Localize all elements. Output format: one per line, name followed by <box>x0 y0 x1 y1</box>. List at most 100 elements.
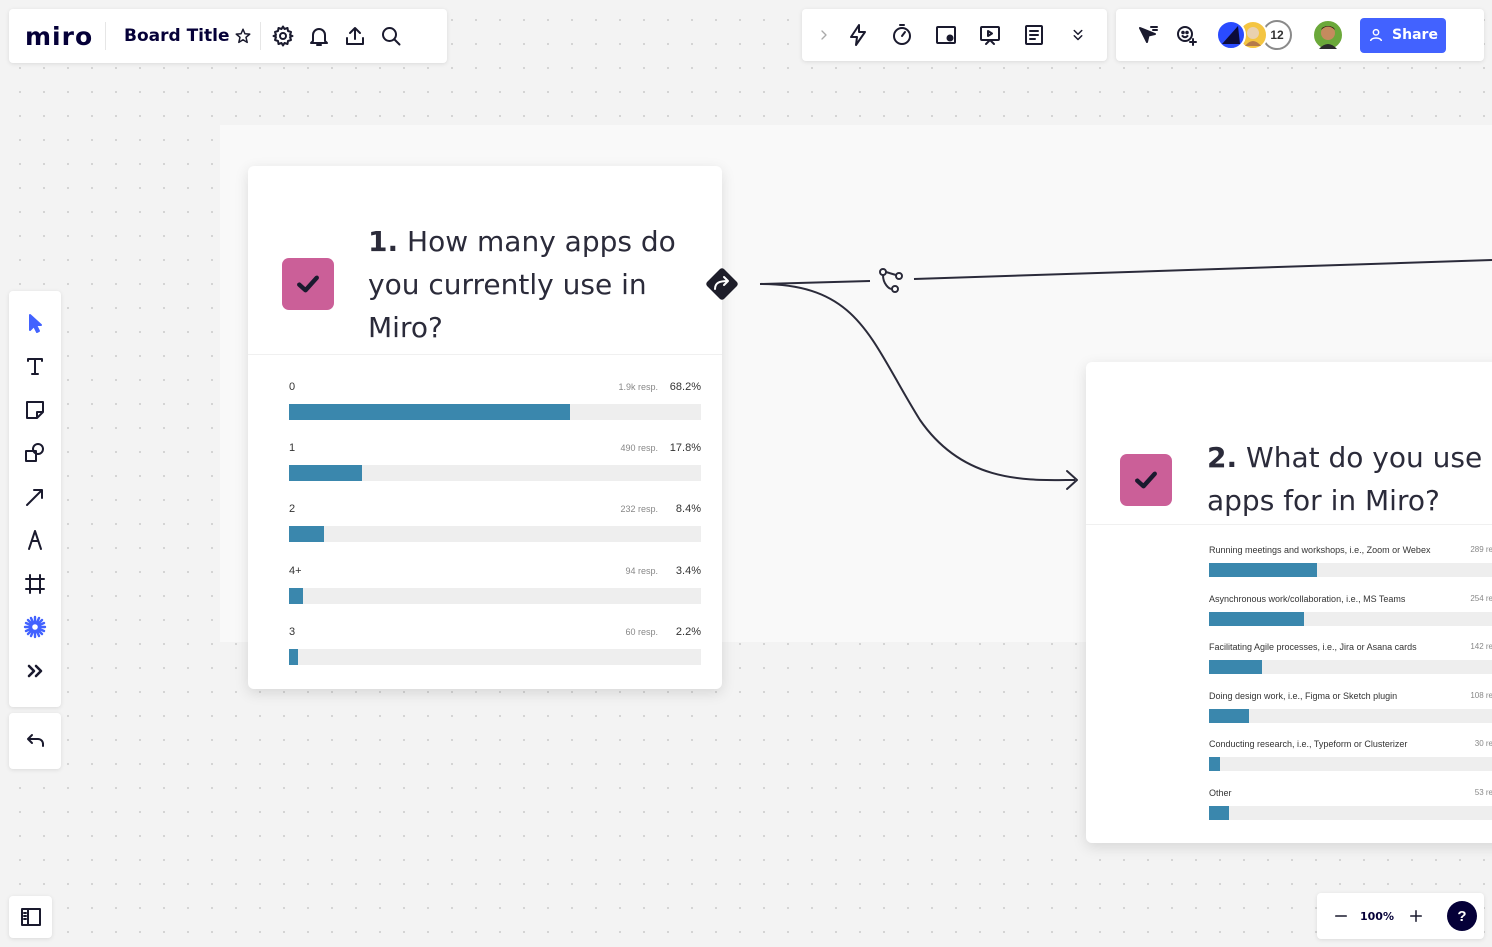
notes-icon[interactable] <box>1012 15 1056 55</box>
result-bar-fill <box>1209 660 1263 674</box>
connector-line-straight-2 <box>913 259 1492 280</box>
result-bar-track <box>1209 708 1492 723</box>
result-bar-fill <box>1209 757 1221 771</box>
result-bar-fill <box>289 587 303 604</box>
board-title[interactable]: Board Title <box>124 26 230 46</box>
undo-icon[interactable] <box>23 729 47 753</box>
result-row: 2 232 resp. 8.4% <box>289 503 701 543</box>
sticky-note-icon[interactable] <box>15 388 55 432</box>
result-bar-fill <box>289 648 299 665</box>
result-row: 4+ 94 resp. 3.4% <box>289 565 701 605</box>
result-label: Doing design work, i.e., Figma or Sketch… <box>1209 690 1398 701</box>
result-percent: 68.2% <box>669 381 701 393</box>
result-label: 3 <box>289 625 296 638</box>
divider <box>1086 524 1492 525</box>
result-bar-track <box>1209 805 1492 820</box>
help-button[interactable]: ? <box>1447 901 1477 931</box>
result-label: Running meetings and workshops, i.e., Zo… <box>1209 545 1431 555</box>
result-row: Conducting research, i.e., Typeform or C… <box>1209 739 1492 779</box>
sidebar-toggle-icon[interactable] <box>19 905 43 929</box>
chevron-double-down-icon[interactable] <box>1056 15 1100 55</box>
result-percent: 8.4% <box>675 503 701 516</box>
result-bar-fill <box>1209 805 1229 820</box>
result-responses: 60 resp. <box>625 626 658 637</box>
divider <box>248 354 722 355</box>
zoom-in-icon[interactable] <box>1397 900 1435 932</box>
question-card-1[interactable]: 1. How many apps do you currently use in… <box>248 166 722 689</box>
divider <box>259 22 261 50</box>
cursor-filter-icon[interactable] <box>1130 17 1166 53</box>
present-icon[interactable] <box>968 15 1012 55</box>
avatar[interactable] <box>1216 20 1246 50</box>
creation-toolbar <box>9 291 61 707</box>
lightning-icon[interactable] <box>836 15 880 55</box>
collaboration-toolbar <box>802 9 1107 61</box>
result-label: 4+ <box>289 564 302 577</box>
star-icon[interactable] <box>230 18 256 54</box>
result-bar-track <box>289 648 701 665</box>
result-responses: 94 resp. <box>625 565 658 576</box>
question-card-2[interactable]: 2. What do you use apps for in Miro? Run… <box>1086 362 1492 843</box>
result-row: 0 1.9k resp. 68.2% <box>289 381 701 421</box>
zoom-out-icon[interactable] <box>1325 900 1357 932</box>
question-number: 1. <box>368 225 399 258</box>
video-icon[interactable] <box>924 15 968 55</box>
result-label: 0 <box>289 381 296 393</box>
checkbox-icon[interactable] <box>282 258 334 310</box>
result-row: 1 490 resp. 17.8% <box>289 442 701 482</box>
result-row: Other 53 re <box>1209 788 1492 828</box>
more-icon[interactable] <box>15 649 55 693</box>
board-header: miro Board Title <box>9 9 447 63</box>
result-row: Asynchronous work/collaboration, i.e., M… <box>1209 594 1492 634</box>
zoom-controls: 100% ? <box>1317 893 1484 939</box>
result-row: Running meetings and workshops, i.e., Zo… <box>1209 545 1492 585</box>
result-bar-track <box>289 404 701 420</box>
question-title: 1. How many apps do you currently use in… <box>368 220 688 349</box>
result-bar-track <box>289 587 701 604</box>
result-label: Facilitating Agile processes, i.e., Jira… <box>1209 642 1417 652</box>
result-percent: 2.2% <box>675 625 701 638</box>
timer-icon[interactable] <box>880 15 924 55</box>
cursor-icon[interactable] <box>15 301 55 345</box>
result-bar-fill <box>289 465 363 482</box>
result-responses: 232 resp. <box>620 504 658 515</box>
question-text: What do you use apps for in Miro? <box>1207 441 1483 517</box>
frame-icon[interactable] <box>15 562 55 606</box>
result-responses: 289 re <box>1470 545 1492 554</box>
bell-icon[interactable] <box>301 18 337 54</box>
checkbox-icon[interactable] <box>1120 454 1172 506</box>
miro-logo[interactable]: miro <box>25 22 105 51</box>
shapes-icon[interactable] <box>15 432 55 476</box>
result-bar-track <box>289 465 701 482</box>
result-responses: 1.9k resp. <box>618 382 658 392</box>
reaction-add-icon[interactable] <box>1166 17 1206 53</box>
result-row: Doing design work, i.e., Figma or Sketch… <box>1209 691 1492 731</box>
result-bar-fill <box>289 404 570 420</box>
collaborator-avatars[interactable]: 12 <box>1216 20 1292 50</box>
result-percent: 17.8% <box>669 442 701 455</box>
result-percent: 3.4% <box>675 564 701 577</box>
chevron-right-icon[interactable] <box>812 15 836 55</box>
share-arrow-icon[interactable] <box>702 264 742 304</box>
apps-icon[interactable] <box>15 606 55 650</box>
gear-icon[interactable] <box>265 18 301 54</box>
result-label: Asynchronous work/collaboration, i.e., M… <box>1209 593 1406 604</box>
result-bar-track <box>289 526 701 543</box>
question-text: How many apps do you currently use in Mi… <box>368 225 676 344</box>
result-bar-fill <box>1209 563 1317 577</box>
result-bar-track <box>1209 611 1492 626</box>
connector-branch-icon <box>879 268 903 293</box>
text-icon[interactable] <box>15 345 55 389</box>
arrow-icon[interactable] <box>15 475 55 519</box>
zoom-level[interactable]: 100% <box>1357 910 1397 923</box>
share-label: Share <box>1392 27 1438 43</box>
result-label: Other <box>1209 787 1232 798</box>
share-button[interactable]: Share <box>1360 17 1446 53</box>
search-icon[interactable] <box>373 18 409 54</box>
pen-icon[interactable] <box>15 519 55 563</box>
user-avatar[interactable] <box>1312 19 1344 51</box>
result-row: 3 60 resp. 2.2% <box>289 626 701 666</box>
question-number: 2. <box>1207 441 1238 474</box>
upload-icon[interactable] <box>337 18 373 54</box>
result-responses: 254 re <box>1470 593 1492 603</box>
